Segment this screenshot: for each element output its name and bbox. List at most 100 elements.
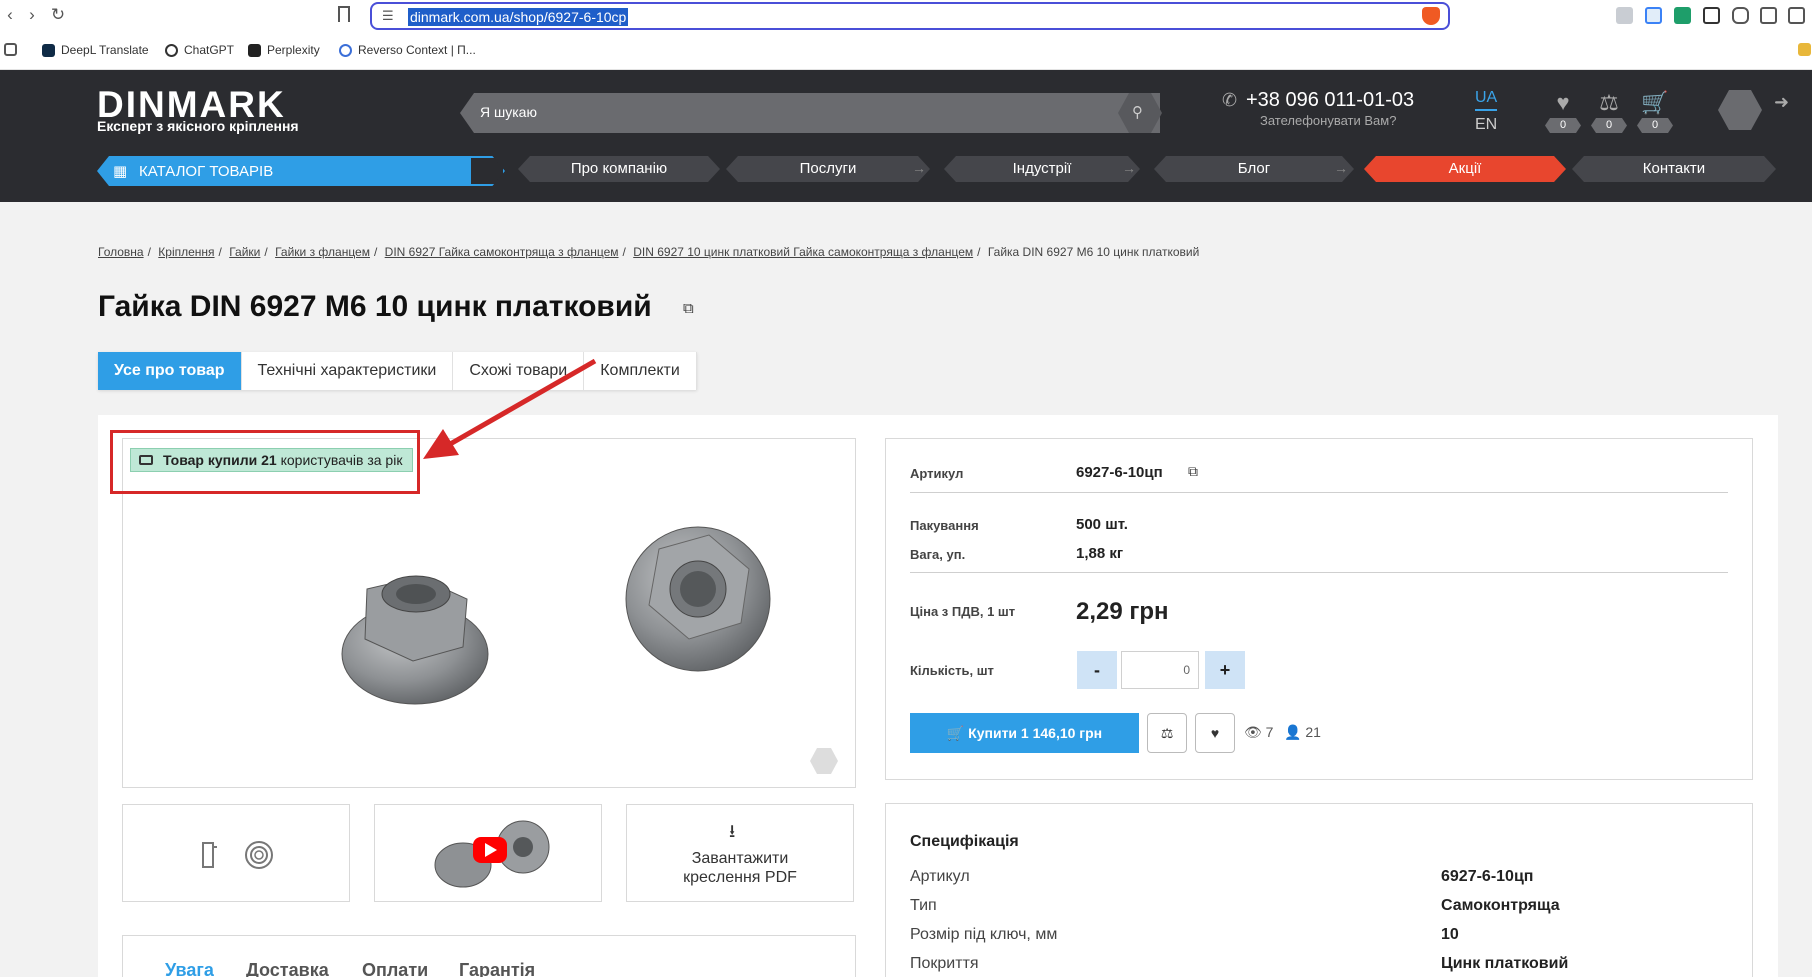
weight-value: 1,88 кг xyxy=(1076,545,1124,562)
tab-warranty[interactable]: Гарантія xyxy=(459,960,535,977)
breadcrumb-current: Гайка DIN 6927 M6 10 цинк платковий xyxy=(987,245,1200,259)
nav-contacts[interactable]: Контакти xyxy=(1572,156,1776,182)
apps-icon[interactable] xyxy=(4,43,17,56)
site-settings-icon[interactable]: ☰ xyxy=(382,8,394,24)
compare-button[interactable]: ⚖ xyxy=(1147,713,1187,753)
nav-blog[interactable]: Блог xyxy=(1154,156,1354,182)
nav-services[interactable]: Послуги xyxy=(726,156,930,182)
thumbnail-drawing[interactable] xyxy=(122,804,350,902)
price-value: 2,29 грн xyxy=(1076,598,1169,625)
nav-promotions[interactable]: Акції xyxy=(1364,156,1566,182)
nav-arrow-icon: → xyxy=(1334,160,1348,176)
divider xyxy=(910,572,1728,573)
login-arrow-icon[interactable]: ➜ xyxy=(1774,92,1789,113)
compare-count: 0 xyxy=(1591,118,1627,133)
spec-row-label: Артикул xyxy=(910,868,970,885)
forward-icon[interactable]: › xyxy=(22,5,42,25)
browser-toolbar: ‹ › ↻ ☰ dinmark.com.ua/shop/6927-6-10cp xyxy=(0,0,1812,32)
tab-attention[interactable]: Увага xyxy=(165,960,214,977)
reload-icon[interactable]: ↻ xyxy=(48,5,68,25)
breadcrumb-link[interactable]: DIN 6927 Гайка самоконтряща з фланцем xyxy=(385,245,619,259)
perplexity-icon xyxy=(248,43,261,57)
breadcrumb-link[interactable]: Гайки з фланцем xyxy=(275,245,370,259)
phone-number[interactable]: +38 096 011-01-03 xyxy=(1246,89,1414,112)
site-header: DINMARK Експерт з якісного кріплення Я ш… xyxy=(0,70,1812,202)
lang-en[interactable]: EN xyxy=(1475,116,1497,134)
wishlist-heart-icon[interactable]: ♥ xyxy=(1543,90,1583,116)
nav-industries[interactable]: Індустрії xyxy=(944,156,1140,182)
extension-icon[interactable] xyxy=(1703,7,1720,24)
copy-article-icon[interactable]: ⧉ xyxy=(1188,463,1198,480)
brave-shield-icon[interactable] xyxy=(1422,7,1440,25)
tab-kits[interactable]: Комплекти xyxy=(584,352,697,390)
bookmark-chatgpt[interactable]: ChatGPT xyxy=(165,43,234,57)
drawing-thumbnail-icon xyxy=(202,841,273,869)
quantity-input[interactable] xyxy=(1121,651,1199,689)
quantity-label: Кількість, шт xyxy=(910,663,994,678)
download-icon[interactable] xyxy=(1788,7,1805,24)
product-tabs: Усе про товар Технічні характеристики Сх… xyxy=(98,352,697,390)
spec-row-label: Тип xyxy=(910,897,937,914)
article-value: 6927-6-10цп xyxy=(1076,464,1163,481)
info-tabs: Увага Доставка Оплати Гарантія xyxy=(122,935,856,977)
quantity-increase-button[interactable]: + xyxy=(1205,651,1245,689)
spec-row-value: 6927-6-10цп xyxy=(1441,868,1534,885)
bookmark-deepl[interactable]: DeepL Translate xyxy=(42,43,149,57)
tab-delivery[interactable]: Доставка xyxy=(246,960,329,977)
nav-arrow-icon: → xyxy=(1122,160,1136,176)
deepl-icon xyxy=(42,43,55,57)
bookmark-reverso[interactable]: Reverso Context | П... xyxy=(339,43,476,57)
bookmark-perplexity[interactable]: Perplexity xyxy=(248,43,320,57)
compare-icon[interactable]: ⚖ xyxy=(1589,90,1629,116)
bookmark-page-icon[interactable] xyxy=(338,6,350,22)
cart-icon[interactable]: 🛒 xyxy=(1635,90,1675,116)
tab-all-about[interactable]: Усе про товар xyxy=(98,352,242,390)
extension-icon[interactable] xyxy=(1645,7,1662,24)
spec-row-value: Самоконтряща xyxy=(1441,897,1560,914)
account-icon[interactable] xyxy=(1718,90,1762,130)
annotation-highlight-box xyxy=(110,430,420,494)
price-label: Ціна з ПДВ, 1 шт xyxy=(910,604,1016,619)
nav-arrow-icon: → xyxy=(912,160,926,176)
quantity-decrease-button[interactable]: - xyxy=(1077,651,1117,689)
buy-button-label: Купити 1 146,10 грн xyxy=(968,725,1103,741)
download-pdf-button[interactable]: ⭳ Завантажити креслення PDF xyxy=(626,804,854,902)
extension-icon[interactable] xyxy=(1616,7,1633,24)
spec-row-value: Цинк платковий xyxy=(1441,955,1569,972)
buyers-count: 👤 21 xyxy=(1284,724,1321,740)
breadcrumb-link[interactable]: Кріплення xyxy=(158,245,214,259)
spec-row-value: 10 xyxy=(1441,926,1459,943)
specification-card xyxy=(885,803,1753,977)
address-bar[interactable]: ☰ dinmark.com.ua/shop/6927-6-10cp xyxy=(370,2,1450,30)
cart-icon: 🛒 xyxy=(946,725,965,741)
back-icon[interactable]: ‹ xyxy=(0,5,20,25)
search-input[interactable]: Я шукаю xyxy=(460,93,1160,133)
site-tagline: Експерт з якісного кріплення xyxy=(97,118,299,134)
arrow-right-icon[interactable] xyxy=(469,156,505,186)
thumbnail-video[interactable] xyxy=(374,804,602,902)
wishlist-count: 0 xyxy=(1545,118,1581,133)
phone-icon: ✆ xyxy=(1222,90,1238,110)
spec-row-label: Покриття xyxy=(910,955,979,972)
breadcrumb-link[interactable]: DIN 6927 10 цинк платковий Гайка самокон… xyxy=(633,245,973,259)
wishlist-button[interactable]: ♥ xyxy=(1195,713,1235,753)
weight-label: Вага, уп. xyxy=(910,547,966,562)
breadcrumb: Головна / Кріплення / Гайки / Гайки з фланц… xyxy=(98,245,1200,259)
compare-icon: ⚖ xyxy=(1160,725,1174,741)
extensions-puzzle-icon[interactable] xyxy=(1732,7,1749,24)
catalog-button[interactable]: ▦ КАТАЛОГ ТОВАРІВ xyxy=(97,156,469,186)
copy-icon[interactable]: ⧉ xyxy=(683,300,694,317)
breadcrumb-link[interactable]: Гайки xyxy=(229,245,260,259)
url-text[interactable]: dinmark.com.ua/shop/6927-6-10cp xyxy=(408,8,629,26)
tab-payment[interactable]: Оплати xyxy=(362,960,428,977)
bookmarks-folder-icon[interactable] xyxy=(1798,43,1811,56)
nav-about[interactable]: Про компанію xyxy=(518,156,720,182)
callback-link[interactable]: Зателефонувати Вам? xyxy=(1260,113,1396,128)
eye-icon: 👁 xyxy=(1244,724,1262,740)
divider xyxy=(910,492,1728,493)
extension-icon[interactable] xyxy=(1674,7,1691,24)
buy-button[interactable]: 🛒 Купити 1 146,10 грн xyxy=(910,713,1139,753)
sidebar-icon[interactable] xyxy=(1760,7,1777,24)
breadcrumb-link[interactable]: Головна xyxy=(98,245,144,259)
lang-ua[interactable]: UA xyxy=(1475,89,1498,111)
